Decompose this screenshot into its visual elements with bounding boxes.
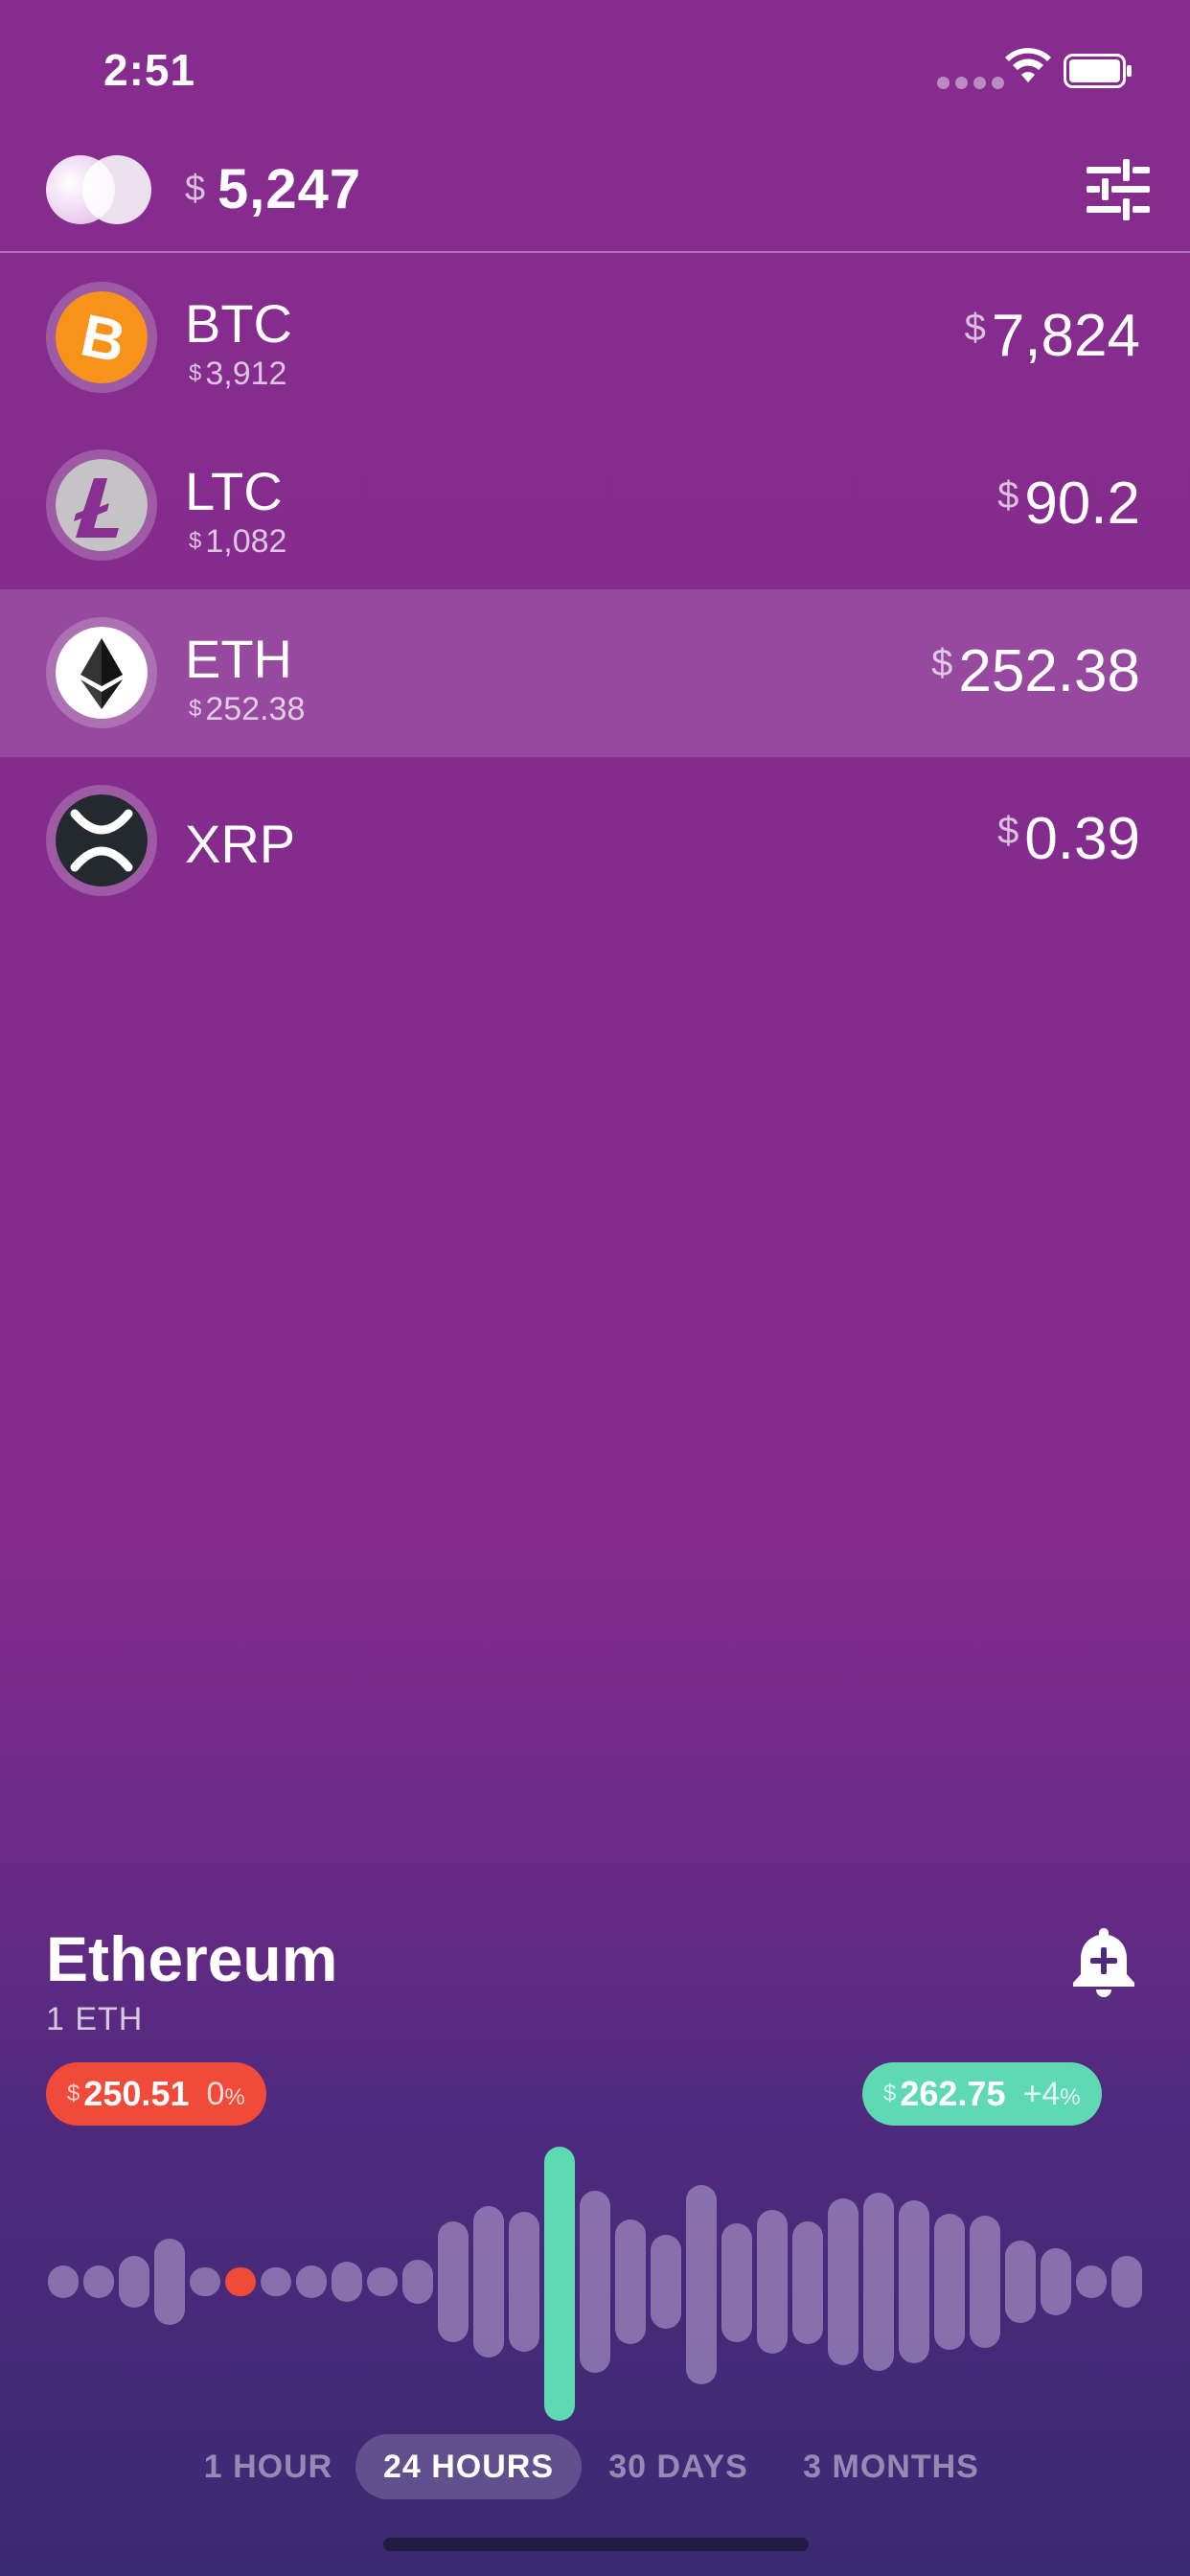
coin-price: $0.39 xyxy=(997,806,1140,872)
chart-low-marker xyxy=(225,2267,256,2296)
cellular-signal-icon xyxy=(937,77,1012,89)
chart-bar xyxy=(863,2193,894,2371)
chart-bar xyxy=(615,2220,646,2344)
coin-row-ltc[interactable]: LTC $1,082 $90.2 xyxy=(0,422,1190,589)
coin-holding-value: $1,082 xyxy=(189,523,287,560)
chart-bar xyxy=(48,2266,79,2298)
range-1-hour[interactable]: 1 HOUR xyxy=(188,2434,349,2499)
app-logo xyxy=(46,155,151,224)
range-24-hours[interactable]: 24 HOURS xyxy=(355,2434,582,2499)
chart-bar xyxy=(686,2185,717,2384)
chart-bar xyxy=(899,2200,929,2363)
chart-bar xyxy=(1111,2256,1142,2308)
ethereum-icon xyxy=(56,627,148,719)
chart-bar xyxy=(83,2266,114,2298)
chart-bar xyxy=(651,2235,681,2329)
chart-bar xyxy=(367,2267,398,2296)
detail-coin-amount: 1 ETH xyxy=(46,2001,144,2037)
chart-bar xyxy=(1041,2248,1071,2315)
home-indicator[interactable] xyxy=(383,2538,809,2551)
chart-bar xyxy=(580,2191,610,2373)
range-3-months[interactable]: 3 MONTHS xyxy=(786,2434,996,2499)
price-history-bars[interactable] xyxy=(46,2137,1144,2425)
chart-bar xyxy=(721,2223,752,2342)
coin-symbol: XRP xyxy=(185,814,296,874)
header-divider xyxy=(0,251,1190,253)
chart-bar xyxy=(509,2212,539,2352)
coin-price: $7,824 xyxy=(964,303,1140,369)
chart-bar xyxy=(473,2206,504,2358)
coin-row-xrp[interactable]: XRP $0.39 xyxy=(0,757,1190,925)
coin-price: $252.38 xyxy=(931,638,1140,704)
bitcoin-icon: B xyxy=(56,291,148,383)
chart-current-bar xyxy=(544,2147,575,2421)
chart-bar xyxy=(1076,2266,1107,2298)
chart-bar xyxy=(757,2210,788,2354)
chart-bar xyxy=(970,2216,1000,2348)
price-high-badge: $262.75 +4% xyxy=(862,2062,1102,2126)
coin-holding-value: $252.38 xyxy=(189,691,306,727)
range-30-days[interactable]: 30 DAYS xyxy=(594,2434,763,2499)
price-low-badge: $250.51 0% xyxy=(46,2062,266,2126)
battery-icon xyxy=(1064,54,1132,88)
chart-bar xyxy=(792,2221,823,2344)
chart-bar xyxy=(119,2256,149,2308)
chart-bar xyxy=(296,2266,327,2298)
coin-row-eth[interactable]: ETH $252.38 $252.38 xyxy=(0,589,1190,757)
coin-symbol: LTC xyxy=(185,461,283,521)
total-currency-symbol: $ xyxy=(185,169,206,209)
chart-bar xyxy=(190,2267,220,2296)
settings-sliders-icon[interactable] xyxy=(1087,159,1150,220)
litecoin-icon xyxy=(56,459,148,551)
coin-row-btc[interactable]: B BTC $3,912 $7,824 xyxy=(0,254,1190,422)
add-alert-bell-icon[interactable] xyxy=(1069,1924,1138,1999)
chart-bar xyxy=(332,2262,362,2302)
chart-bar xyxy=(402,2260,433,2304)
coin-price: $90.2 xyxy=(997,471,1140,537)
chart-bar xyxy=(828,2198,858,2365)
coin-symbol: BTC xyxy=(185,293,292,354)
time-range-selector: 1 HOUR 24 HOURS 30 DAYS 3 MONTHS xyxy=(0,2434,1190,2501)
detail-coin-name: Ethereum xyxy=(46,1923,338,1994)
status-time: 2:51 xyxy=(103,45,196,95)
wifi-icon xyxy=(1005,48,1051,82)
chart-bar xyxy=(934,2214,965,2350)
portfolio-total: 5,247 xyxy=(217,158,362,220)
xrp-icon xyxy=(56,794,148,886)
chart-bar xyxy=(1005,2241,1036,2323)
coin-symbol: ETH xyxy=(185,629,292,689)
chart-bar xyxy=(438,2221,469,2342)
coin-holding-value: $3,912 xyxy=(189,356,287,392)
chart-bar xyxy=(261,2267,291,2296)
chart-bar xyxy=(154,2239,185,2325)
